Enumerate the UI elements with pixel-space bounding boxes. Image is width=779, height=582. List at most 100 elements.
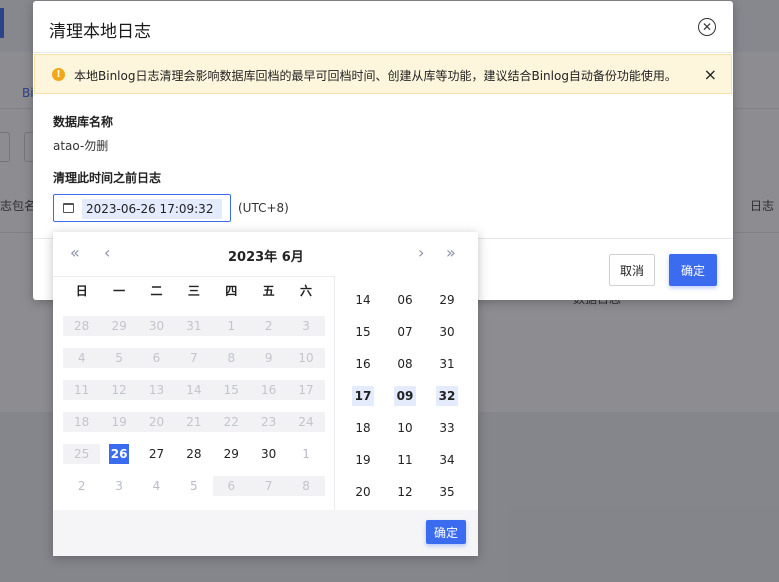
hour-option-row: 17	[348, 386, 378, 418]
minute-option-row: 11	[390, 450, 420, 482]
close-icon[interactable]: ✕	[698, 18, 716, 36]
calendar-day: 9	[249, 348, 288, 368]
calendar-day: 5	[100, 348, 138, 368]
alert-close-icon[interactable]: ×	[704, 65, 717, 84]
minute-option[interactable]: 07	[394, 322, 416, 342]
hour-option[interactable]: 14	[352, 290, 374, 310]
calendar-day: 16	[249, 380, 288, 400]
minute-option[interactable]: 12	[394, 482, 416, 502]
second-option[interactable]: 29	[436, 290, 458, 310]
calendar-day: 4	[63, 348, 101, 368]
calendar-day: 25	[63, 444, 101, 464]
calendar-day[interactable]: 28	[175, 444, 212, 464]
calendar-week-row: 11 12 13 14 15 16 17	[63, 380, 325, 412]
calendar-day: 13	[137, 380, 176, 400]
db-name-value: atao-勿删	[53, 139, 109, 153]
weekday-label: 二	[150, 284, 163, 298]
second-option[interactable]: 34	[436, 450, 458, 470]
prev-year-icon[interactable]: «	[70, 245, 80, 261]
calendar-day[interactable]: 29	[213, 444, 250, 464]
calendar-day[interactable]: 5	[175, 476, 212, 496]
minute-option-row: 07	[390, 322, 420, 354]
calendar-day[interactable]: 2	[63, 476, 100, 496]
calendar-day: 28	[63, 316, 101, 336]
weekday-label: 四	[225, 284, 238, 298]
minute-option[interactable]: 06	[394, 290, 416, 310]
second-option[interactable]: 33	[436, 418, 458, 438]
calendar-week-row: 2345678	[63, 476, 325, 508]
second-option-row: 31	[432, 354, 462, 386]
minute-option[interactable]: 11	[394, 450, 416, 470]
alert-message: 本地Binlog日志清理会影响数据库回档的最早可回档时间、创建从库等功能，建议结…	[74, 69, 677, 83]
calendar-day: 30	[137, 316, 176, 336]
cancel-button[interactable]: 取消	[609, 254, 655, 286]
minute-option[interactable]: 10	[394, 418, 416, 438]
calendar-day[interactable]: 30	[250, 444, 287, 464]
calendar-day: 2	[249, 316, 288, 336]
clear-before-label: 清理此时间之前日志	[53, 171, 162, 185]
minute-option-row: 10	[390, 418, 420, 450]
calendar-day: 8	[287, 476, 325, 496]
dialog-title: 清理本地日志	[49, 22, 151, 42]
hour-option[interactable]: 20	[352, 482, 374, 502]
calendar-day[interactable]: 4	[138, 476, 175, 496]
next-month-icon[interactable]: ›	[418, 245, 424, 261]
datetime-picker: « ‹ 2023年 6月 › » 日一二三四五六 28 29 30 31 1 2 3 4 5 6 7…	[53, 232, 478, 556]
second-option[interactable]: 35	[436, 482, 458, 502]
hour-option[interactable]: 16	[352, 354, 374, 374]
hour-option[interactable]: 15	[352, 322, 374, 342]
minute-option-row: 08	[390, 354, 420, 386]
hour-option[interactable]: 19	[352, 450, 374, 470]
calendar-week-row: 28 29 30 31 1 2 3	[63, 316, 325, 348]
dialog-header-divider	[33, 52, 733, 53]
weekday-label: 一	[113, 284, 126, 298]
datetime-input[interactable]: 2023-06-26 17:09:32	[53, 194, 231, 222]
picker-footer: 确定	[53, 510, 478, 556]
second-option[interactable]: 31	[436, 354, 458, 374]
weekday-header: 日一二三四五六	[63, 282, 325, 298]
hour-option-row: 15	[348, 322, 378, 354]
selected-minute-option[interactable]: 09	[394, 386, 416, 406]
warning-alert: ! 本地Binlog日志清理会影响数据库回档的最早可回档时间、创建从库等功能，建…	[34, 54, 732, 94]
timezone-label: (UTC+8)	[238, 201, 289, 215]
datetime-value[interactable]: 2023-06-26 17:09:32	[82, 199, 222, 219]
calendar-day[interactable]: 3	[100, 476, 137, 496]
second-column: 29 30 31 32 33 34 35	[432, 290, 462, 514]
selected-second-option[interactable]: 32	[436, 386, 458, 406]
picker-month-title: 2023年 6月	[228, 250, 304, 265]
calendar-day: 31	[175, 316, 213, 336]
selected-day[interactable]: 26	[109, 444, 130, 464]
calendar-day: 17	[287, 380, 325, 400]
selected-hour-option[interactable]: 17	[352, 386, 374, 406]
calendar-day: 14	[175, 380, 213, 400]
picker-header-divider	[53, 276, 334, 277]
minute-option-row: 09	[390, 386, 420, 418]
minute-option[interactable]: 08	[394, 354, 416, 374]
calendar-day: 18	[63, 412, 101, 432]
calendar-day: 24	[287, 412, 325, 432]
second-option-row: 29	[432, 290, 462, 322]
next-year-icon[interactable]: »	[446, 245, 456, 261]
picker-confirm-button[interactable]: 确定	[426, 520, 466, 544]
weekday-label: 五	[262, 284, 275, 298]
hour-option[interactable]: 18	[352, 418, 374, 438]
minute-option-row: 06	[390, 290, 420, 322]
calendar-day: 15	[212, 380, 250, 400]
db-name-label: 数据库名称	[53, 115, 114, 129]
prev-month-icon[interactable]: ‹	[104, 245, 110, 261]
calendar-day: 1	[212, 316, 250, 336]
calendar-day: 20	[137, 412, 176, 432]
time-panel: 14 15 16 17 18 19 20 06 07 08 09 10 11 12 29 30 31 32 33…	[334, 276, 478, 510]
calendar-day: 3	[287, 316, 325, 336]
weekday-label: 三	[187, 284, 200, 298]
second-option-row: 30	[432, 322, 462, 354]
calendar-day[interactable]: 27	[138, 444, 175, 464]
calendar-day: 11	[63, 380, 101, 400]
calendar-day: 22	[212, 412, 250, 432]
confirm-button[interactable]: 确定	[669, 254, 717, 286]
calendar-day: 21	[175, 412, 213, 432]
second-option-row: 34	[432, 450, 462, 482]
minute-column: 06 07 08 09 10 11 12	[390, 290, 420, 514]
second-option[interactable]: 30	[436, 322, 458, 342]
calendar-day[interactable]: 1	[287, 444, 324, 464]
